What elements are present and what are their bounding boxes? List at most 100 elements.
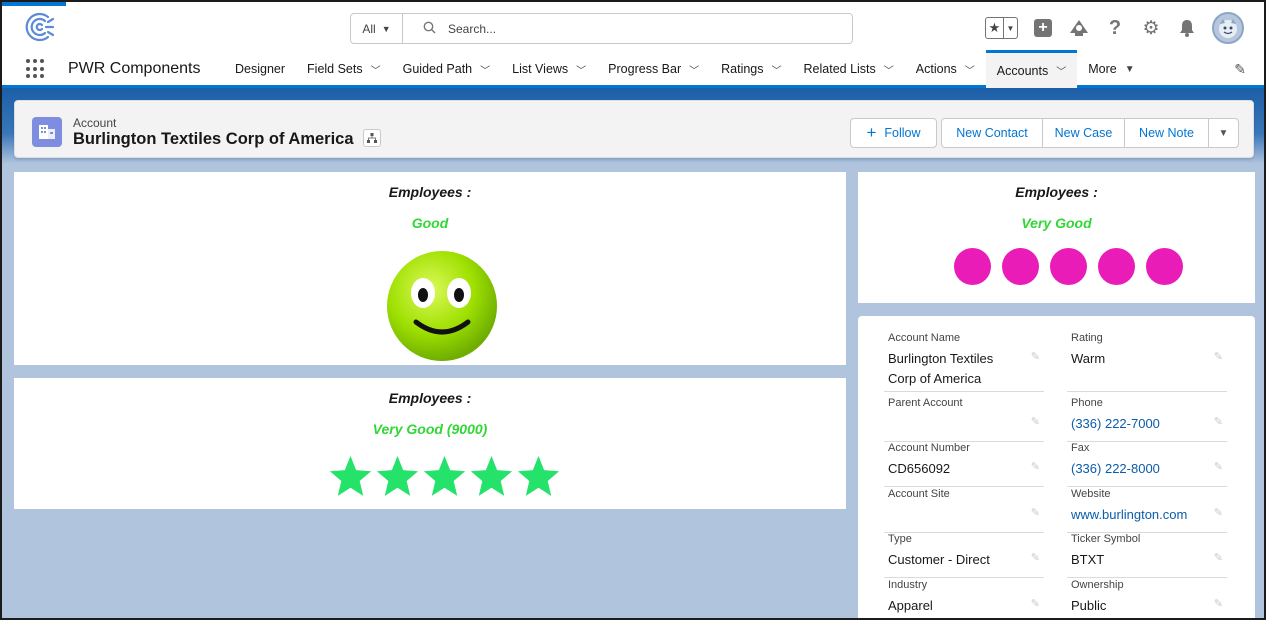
pencil-icon[interactable]: ✎ [1031,415,1040,428]
detail-field-website: Website www.burlington.com ✎ [1067,488,1227,533]
field-label: Ticker Symbol [1071,533,1141,545]
record-title: Burlington Textiles Corp of America [73,130,354,148]
field-label: Fax [1071,442,1090,454]
nav-item-ratings[interactable]: Ratings ﹀ [710,50,792,88]
nav-item-list-views[interactable]: List Views ﹀ [501,50,597,88]
app-launcher-icon[interactable] [26,59,46,79]
circle-rating-item[interactable] [1098,248,1135,285]
global-add-icon[interactable]: + [1032,17,1054,39]
field-value[interactable]: (336) 222-8000 [1071,459,1201,479]
trailhead-icon[interactable] [1068,17,1090,39]
new-contact-button[interactable]: New Contact [941,118,1043,148]
detail-field-phone: Phone (336) 222-7000 ✎ [1067,397,1227,442]
circle-rating-item[interactable] [954,248,991,285]
pencil-icon[interactable]: ✎ [1031,350,1040,363]
pencil-icon[interactable]: ✎ [1214,597,1223,610]
chevron-down-icon[interactable]: ﹀ [884,62,894,77]
star-icon[interactable] [375,454,420,499]
favorites-button[interactable]: ★ ▼ [985,17,1018,39]
field-value: CD656092 [888,461,951,476]
star-icon[interactable] [422,454,467,499]
star-rating-card: Employees : Very Good (9000) [14,378,846,509]
notifications-bell-icon[interactable] [1176,17,1198,39]
detail-field-fax: Fax (336) 222-8000 ✎ [1067,442,1227,487]
chevron-down-icon[interactable]: ﹀ [689,62,699,77]
nav-item-progress-bar[interactable]: Progress Bar ﹀ [597,50,710,88]
nav-item-designer[interactable]: Designer [224,50,296,88]
nav-item-label: Guided Path [402,62,473,76]
rating-value: Good [411,215,449,231]
field-value: Public [1071,598,1107,613]
nav-item-more[interactable]: More ▼ [1077,50,1145,88]
chevron-down-icon[interactable]: ▼ [1125,64,1135,75]
pencil-icon[interactable]: ✎ [1214,551,1223,564]
pencil-icon[interactable]: ✎ [1214,460,1223,473]
field-value[interactable]: (336) 222-7000 [1071,414,1201,434]
chevron-down-icon[interactable]: ﹀ [1056,63,1066,78]
pencil-icon[interactable]: ✎ [1031,551,1040,564]
chevron-down-icon[interactable]: ▼ [1004,18,1017,38]
nav-item-guided-path[interactable]: Guided Path ﹀ [392,50,502,88]
detail-field-ownership: Ownership Public ✎ [1067,579,1227,618]
field-label: Account Site [888,488,950,500]
pencil-icon[interactable]: ✎ [1214,350,1223,363]
star-icon[interactable] [469,454,514,499]
circle-rating-item[interactable] [1146,248,1183,285]
search-input[interactable] [448,21,808,36]
pencil-icon[interactable]: ✎ [1031,597,1040,610]
record-actions: + Follow New Contact New Case New Note ▼ [850,118,1239,148]
smiley-face-icon[interactable] [386,250,498,362]
new-note-button[interactable]: New Note [1124,118,1209,148]
pencil-icon[interactable]: ✎ [1031,460,1040,473]
hierarchy-icon[interactable] [363,129,381,147]
pencil-icon[interactable]: ✎ [1214,506,1223,519]
field-label: Website [1071,488,1111,500]
setup-gear-icon[interactable]: ⚙ [1140,17,1162,39]
nav-item-field-sets[interactable]: Field Sets ﹀ [296,50,392,88]
app-window: All ▼ ★ ▼ + ? ⚙ [0,0,1266,620]
field-label: Rating [1071,332,1103,344]
star-icon[interactable] [516,454,561,499]
chevron-down-icon[interactable]: ﹀ [371,62,381,77]
pencil-icon[interactable]: ✎ [1031,506,1040,519]
rating-value: Very Good (9000) [372,421,488,437]
field-value: Apparel [888,598,933,613]
record-highlights-panel: Account Burlington Textiles Corp of Amer… [14,100,1254,158]
account-object-icon [32,117,62,147]
field-value: Warm [1071,351,1106,366]
search-scope-select[interactable]: All ▼ [351,14,403,43]
help-icon[interactable]: ? [1104,17,1126,39]
chevron-down-icon[interactable]: ﹀ [772,62,782,77]
user-avatar[interactable] [1212,12,1244,44]
field-value: BTXT [1071,552,1105,567]
more-actions-button[interactable]: ▼ [1208,118,1239,148]
circle-rating-item[interactable] [1002,248,1039,285]
app-logo-icon[interactable] [22,10,56,44]
field-label: Ownership [1071,579,1124,591]
chevron-down-icon[interactable]: ﹀ [965,62,975,77]
favorites-star-icon[interactable]: ★ [986,18,1004,38]
chevron-down-icon: ▼ [381,23,391,34]
nav-item-actions[interactable]: Actions ﹀ [905,50,986,88]
chevron-down-icon[interactable]: ﹀ [576,62,586,77]
star-icon[interactable] [328,454,373,499]
rating-value: Very Good [1021,215,1092,231]
detail-field-ticker-symbol: Ticker Symbol BTXT ✎ [1067,533,1227,578]
field-value[interactable]: www.burlington.com [1071,505,1201,525]
pencil-icon[interactable]: ✎ [1214,415,1223,428]
nav-item-label: More [1088,62,1117,76]
new-case-button[interactable]: New Case [1042,118,1125,148]
window-corner-accent [2,2,66,6]
nav-item-accounts[interactable]: Accounts ﹀ [985,50,1078,88]
chevron-down-icon[interactable]: ﹀ [480,62,490,77]
circle-rating-item[interactable] [1050,248,1087,285]
follow-button[interactable]: + Follow [850,118,937,148]
nav-item-label: Ratings [721,62,764,76]
search-icon [423,21,436,37]
nav-item-related-lists[interactable]: Related Lists ﹀ [793,50,905,88]
field-label: Parent Account [888,397,963,409]
nav-item-label: Progress Bar [608,62,682,76]
nav-item-label: Actions [915,62,957,76]
app-navigation-bar: PWR Components Designer Field Sets ﹀ Guided… [2,50,1264,88]
edit-nav-icon[interactable]: ✎ [1234,61,1246,78]
